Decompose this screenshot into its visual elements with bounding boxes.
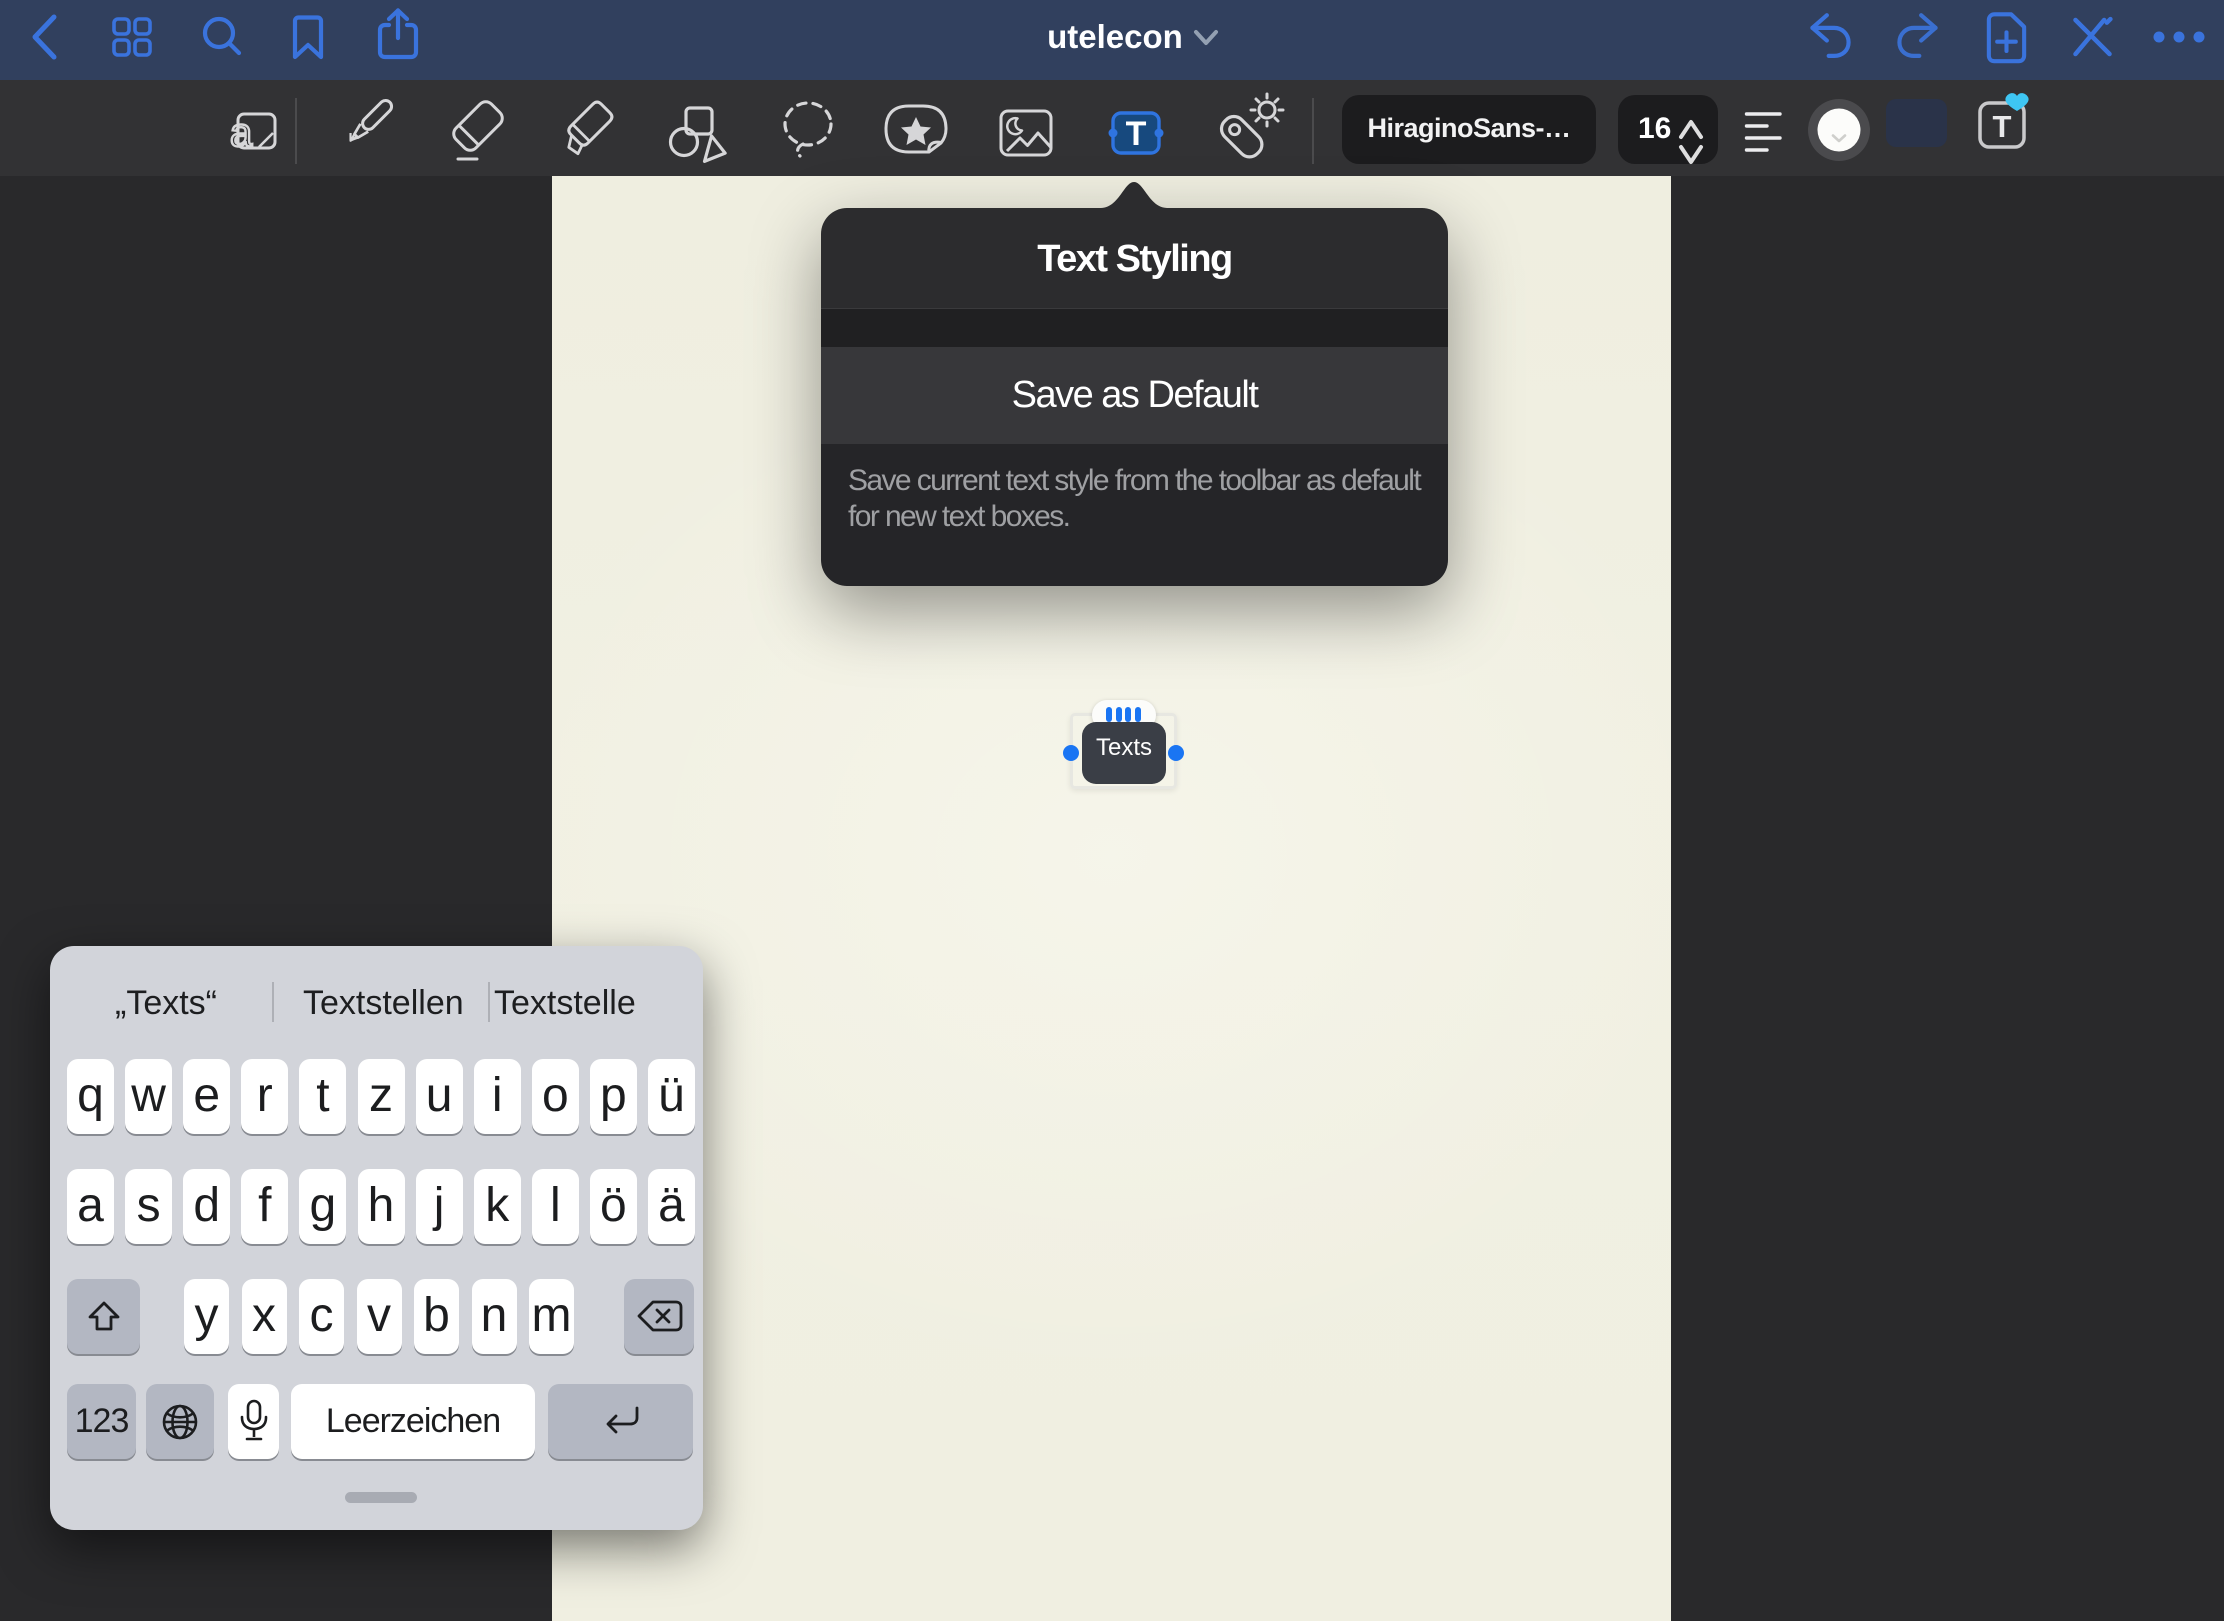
- svg-text:a: a: [230, 111, 253, 155]
- svg-text:T: T: [1126, 115, 1147, 153]
- svg-text:T: T: [1993, 109, 2012, 144]
